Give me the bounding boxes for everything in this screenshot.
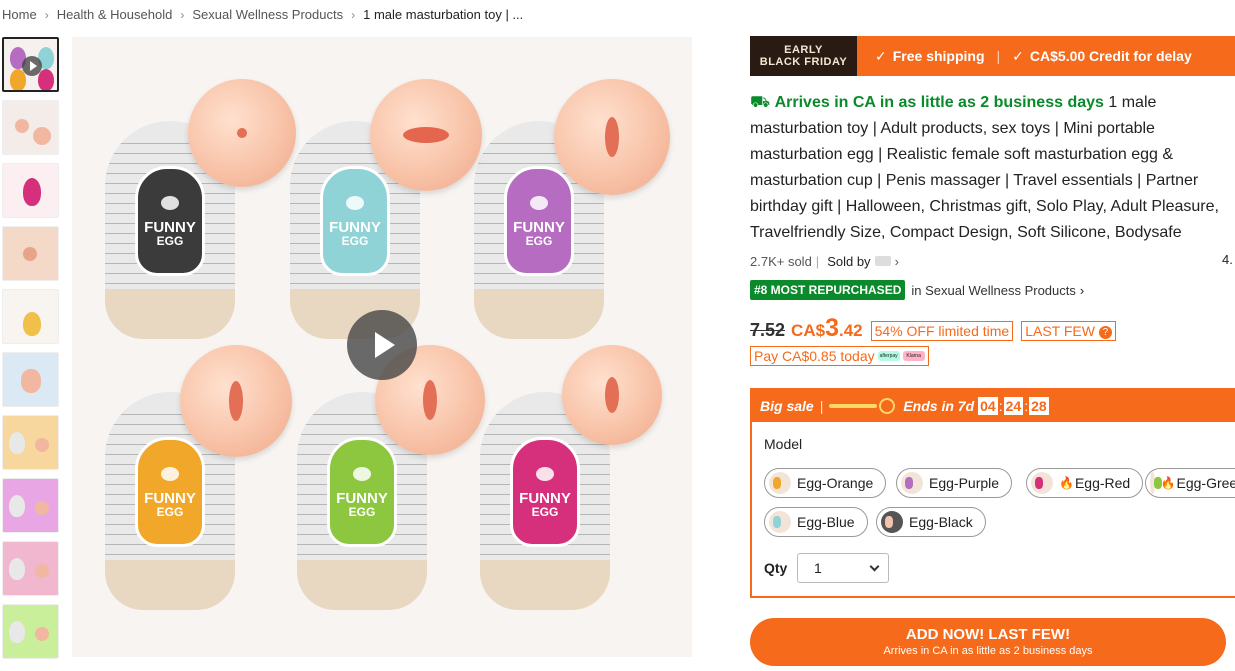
- rating[interactable]: 4.: [1222, 252, 1233, 267]
- sold-count: 2.7K+ sold: [750, 253, 812, 269]
- chevron-right-icon[interactable]: ›: [895, 254, 899, 269]
- countdown-minutes: 24: [1003, 397, 1024, 415]
- swatch: [1150, 472, 1162, 494]
- afterpay-logo: afterpay: [877, 351, 900, 361]
- klarna-logo: Klarna: [902, 351, 925, 361]
- product-title-text: 1 male masturbation toy | Adult products…: [750, 94, 1219, 241]
- delay-credit: ✓ CA$5.00 Credit for delay: [1012, 47, 1192, 65]
- thumbnail-image[interactable]: [2, 352, 59, 407]
- sleeve-opening: [562, 345, 662, 445]
- breadcrumb: Home › Health & Household › Sexual Welln…: [2, 7, 523, 22]
- sleeve-opening: [554, 79, 670, 195]
- option-egg-red[interactable]: 🔥 Egg-Red: [1026, 468, 1144, 498]
- product-info: EARLY BLACK FRIDAY ✓ Free shipping | ✓ C…: [750, 36, 1235, 666]
- big-sale-label: Big sale: [760, 398, 814, 414]
- truck-icon: ⛟: [750, 94, 771, 111]
- option-egg-blue[interactable]: Egg-Blue: [764, 507, 868, 537]
- option-egg-black[interactable]: Egg-Black: [876, 507, 986, 537]
- timer-line: [829, 404, 878, 408]
- sold-row: 2.7K+ sold | Sold by ›: [750, 253, 899, 269]
- chevron-down-icon: [869, 561, 880, 572]
- breadcrumb-current: 1 male masturbation toy | ...: [363, 7, 524, 22]
- qty-select[interactable]: 1: [797, 553, 889, 583]
- swatch: [901, 472, 923, 494]
- discount-tag: 54% OFF limited time: [870, 321, 1014, 341]
- store-logo[interactable]: [874, 256, 891, 266]
- price-row: 7.52 CA$3.42 54% OFF limited time LAST F…: [750, 314, 1235, 343]
- sleeve-opening: [180, 345, 292, 457]
- thumbnail-image[interactable]: [2, 163, 59, 218]
- question-icon: ?: [1098, 326, 1112, 339]
- play-icon: [22, 56, 42, 76]
- option-egg-green[interactable]: 🔥 Egg-Green: [1145, 468, 1235, 498]
- thumbnail-video[interactable]: [2, 37, 59, 92]
- add-to-cart-button[interactable]: ADD NOW! LAST FEW! Arrives in CA in as l…: [750, 618, 1226, 666]
- breadcrumb-health[interactable]: Health & Household: [57, 7, 173, 22]
- free-shipping: ✓ Free shipping: [875, 47, 985, 65]
- clock-icon: [879, 398, 896, 414]
- thumbnail-image[interactable]: [2, 478, 59, 533]
- product-title: ⛟ Arrives in CA in as little as 2 busine…: [750, 90, 1235, 246]
- thumbnail-strip: [2, 37, 60, 667]
- main-product-image[interactable]: FUNNY EGG FUNNY EGG FUNNY EGG FUNNY EGG FUNN…: [72, 37, 692, 657]
- last-few-tag[interactable]: LAST FEW ?: [1021, 321, 1116, 341]
- pay-today[interactable]: Pay CA$0.85 today afterpay Klarna: [750, 346, 929, 366]
- countdown-seconds: 28: [1029, 397, 1049, 415]
- fire-icon: 🔥: [1160, 476, 1176, 490]
- big-sale-header: Big sale | Ends in 7d 04: 24: 28: [752, 390, 1235, 422]
- sleeve-opening: [370, 79, 482, 191]
- ends-in: Ends in 7d: [903, 398, 975, 414]
- countdown-hours: 04: [978, 397, 998, 415]
- rank-category: in Sexual Wellness Products: [911, 282, 1076, 298]
- breadcrumb-home[interactable]: Home: [2, 7, 37, 22]
- rank-row[interactable]: #8 MOST REPURCHASED in Sexual Wellness P…: [750, 280, 1235, 300]
- option-egg-purple[interactable]: Egg-Purple: [896, 468, 1013, 498]
- current-price: CA$3.42: [791, 314, 863, 342]
- fire-icon: 🔥: [1059, 476, 1074, 490]
- big-sale-box: Big sale | Ends in 7d 04: 24: 28 Model E…: [750, 388, 1235, 598]
- breadcrumb-chevron-icon: ›: [351, 7, 356, 22]
- thumbnail-image[interactable]: [2, 604, 59, 659]
- sleeve-opening: [188, 79, 296, 187]
- thumbnail-image[interactable]: [2, 226, 59, 281]
- original-price: 7.52: [750, 320, 786, 340]
- thumbnail-image[interactable]: [2, 100, 59, 155]
- swatch: [769, 472, 791, 494]
- qty-label: Qty: [764, 560, 788, 576]
- thumbnail-image[interactable]: [2, 289, 59, 344]
- swatch: [1031, 472, 1053, 494]
- check-icon: ✓: [875, 47, 887, 64]
- option-egg-orange[interactable]: Egg-Orange: [764, 468, 887, 498]
- model-label: Model: [764, 436, 803, 452]
- breadcrumb-chevron-icon: ›: [180, 7, 185, 22]
- breadcrumb-chevron-icon: ›: [44, 7, 49, 22]
- breadcrumb-sexual-wellness[interactable]: Sexual Wellness Products: [192, 7, 343, 22]
- promo-bar: EARLY BLACK FRIDAY ✓ Free shipping | ✓ C…: [750, 36, 1235, 76]
- thumbnail-image[interactable]: [2, 541, 59, 596]
- thumbnail-image[interactable]: [2, 415, 59, 470]
- check-icon: ✓: [1012, 47, 1024, 64]
- arrival-info: Arrives in CA in as little as 2 business…: [774, 94, 1104, 111]
- swatch: [881, 511, 903, 533]
- rank-badge: #8 MOST REPURCHASED: [750, 280, 906, 300]
- play-video-button[interactable]: [347, 310, 417, 380]
- sold-by-link[interactable]: Sold by: [827, 254, 870, 269]
- swatch: [769, 511, 791, 533]
- early-black-friday-logo: EARLY BLACK FRIDAY: [750, 36, 857, 76]
- chevron-right-icon: ›: [1079, 282, 1085, 298]
